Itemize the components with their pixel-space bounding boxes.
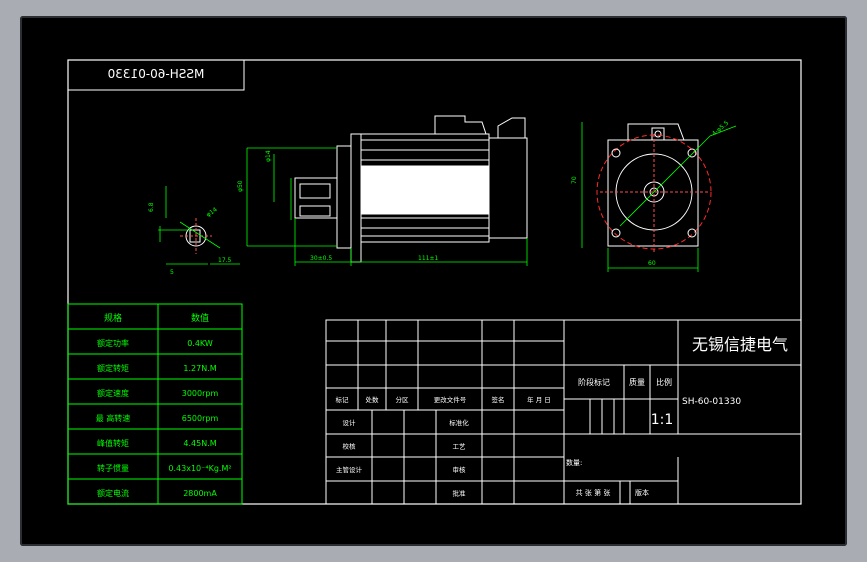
- spec-row-value: 6500rpm: [182, 414, 219, 423]
- dim-key-length: 17.5: [218, 257, 232, 264]
- version-label: 版本: [635, 488, 649, 497]
- rev-header: 处数: [366, 395, 380, 404]
- spec-row-param: 转子惯量: [97, 463, 129, 473]
- rev-header: 年 月 日: [527, 395, 551, 404]
- drawing-svg: MSSH-60-01330 6.8 5 φ14 17.5 φ50 φ14 30±…: [67, 59, 802, 505]
- dim-side-dia-big: φ50: [237, 180, 244, 192]
- company-name: 无锡信捷电气: [692, 335, 788, 354]
- rev-header: 标记: [336, 395, 350, 404]
- motor-side-view: [294, 115, 528, 263]
- spec-row-value: 0.43x10⁻⁴Kg.M²: [168, 464, 231, 473]
- dim-front-height: 70: [571, 176, 578, 184]
- rev-header: 签名: [492, 395, 505, 404]
- spec-row-value: 3000rpm: [182, 389, 219, 398]
- shaft-end-view: [180, 218, 212, 254]
- dim-shaft-height: 6.8: [148, 202, 155, 212]
- spec-row-value: 4.45N.M: [183, 439, 216, 448]
- sign-row-label: 校核: [343, 442, 357, 451]
- sign-row-label: 主管设计: [336, 465, 363, 474]
- quantity-label: 数量:: [566, 458, 582, 467]
- dim-body-length: 111±1: [418, 255, 438, 262]
- rev-header: 分区: [396, 395, 410, 404]
- dim-bolt-hole: 4-φ5.5: [711, 120, 731, 138]
- scale-value: 1:1: [651, 412, 674, 428]
- spec-row-value: 2800mA: [183, 489, 217, 498]
- sign-row-mid-label: 批准: [453, 489, 467, 498]
- spec-row-param: 额定转矩: [97, 363, 129, 373]
- mirrored-part-label: MSSH-60-01330: [108, 67, 205, 81]
- spec-table-text: 规格 数值额定功率 0.4KW 额定转矩 1.27N.M 额定速度 3000rpm 最 高转速…: [96, 312, 232, 498]
- spec-table: [67, 303, 243, 505]
- sign-row-label: 设计: [343, 418, 357, 427]
- ratio-label: 比例: [656, 377, 672, 387]
- dim-shaft-width: 5: [170, 269, 174, 276]
- spec-header-value: 数值: [191, 312, 209, 324]
- sheet-text: 共 张 第 张: [576, 488, 611, 497]
- spec-row-param: 额定电流: [97, 488, 129, 498]
- weight-label: 质量: [629, 377, 645, 387]
- spec-row-param: 额定速度: [97, 388, 129, 398]
- dim-shaft-length: 30±0.5: [310, 255, 332, 262]
- motor-front-dims: [581, 122, 737, 272]
- part-number: SH-60-01330: [682, 397, 741, 407]
- mirrored-label-box: MSSH-60-01330: [68, 60, 245, 91]
- sign-row-mid-label: 审核: [453, 465, 467, 474]
- spec-row-value: 0.4KW: [187, 339, 213, 348]
- cad-viewport: MSSH-60-01330 6.8 5 φ14 17.5 φ50 φ14 30±…: [0, 0, 867, 562]
- sign-row-mid-label: 标准化: [449, 418, 469, 427]
- spec-row-value: 1.27N.M: [183, 364, 216, 373]
- motor-front-view: [596, 123, 712, 252]
- stage-label: 阶段标记: [578, 377, 610, 387]
- dim-side-dia-small: φ14: [265, 150, 272, 162]
- rev-header: 更改文件号: [434, 395, 467, 404]
- drawing-canvas: MSSH-60-01330 6.8 5 φ14 17.5 φ50 φ14 30±…: [20, 16, 847, 546]
- spec-row-param: 额定功率: [97, 338, 129, 348]
- dim-shaft-dia: φ14: [205, 206, 219, 218]
- sign-row-mid-label: 工艺: [453, 443, 467, 451]
- spec-row-param: 峰值转矩: [97, 438, 129, 448]
- shaft-end-dims: [158, 186, 240, 265]
- dim-front-width: 60: [648, 260, 656, 267]
- spec-row-param: 最 高转速: [96, 413, 131, 423]
- spec-header-param: 规格: [104, 312, 122, 324]
